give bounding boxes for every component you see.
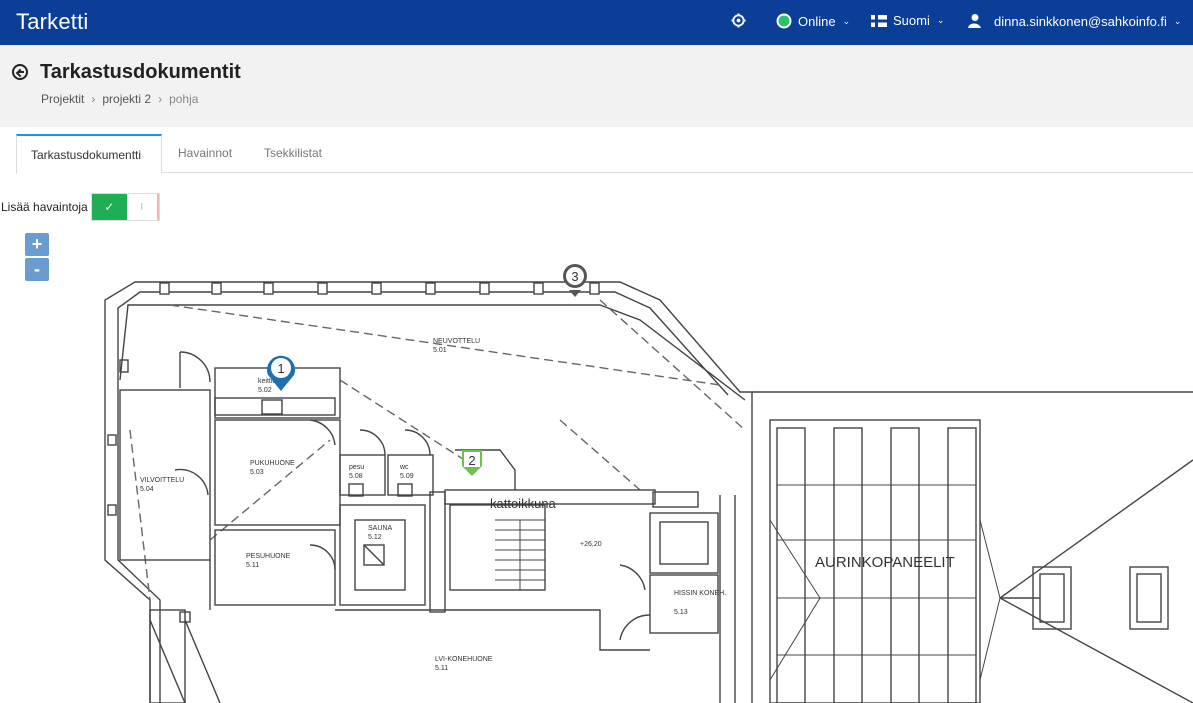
chevron-down-icon: ⌄ [1173,15,1182,26]
room-name: SAUNA [368,525,392,532]
room-code: 5.03 [250,469,264,476]
room-name: wc [399,464,409,471]
elevation-label: +26,20 [580,541,602,548]
marker-number: 1 [277,361,284,376]
room-name: VILVOITTELU [140,477,184,484]
add-observations-label: Lisää havaintoja [1,200,88,214]
marker-number: 2 [468,453,475,468]
skylight-label: kattoikkuna [490,496,557,511]
room-code: 5.04 [140,486,154,493]
user-icon [968,14,981,28]
breadcrumb-item[interactable]: projekti 2 [102,92,151,106]
room-name: NEUVOTTELU [433,338,480,345]
tab-checklists[interactable]: Tsekkilistat [250,134,336,173]
status-label: Online [798,13,836,29]
breadcrumb-current: pohja [169,92,199,106]
room-code: 5.08 [349,473,363,480]
chevron-down-icon: ⌄ [936,15,945,25]
tab-observations[interactable]: Havainnot [164,134,246,173]
add-observations-toggle[interactable]: ✓ I [90,193,160,221]
room-name: LVI-KONEHUONE [435,656,493,663]
tab-inspection-document[interactable]: Tarkastusdokumentti [16,134,162,174]
room-code: 5.13 [674,609,688,616]
finland-flag-icon [871,14,887,27]
breadcrumb-separator: › [158,92,163,106]
observation-marker-2[interactable]: 2 [462,450,482,476]
room-code: 5.11 [435,665,448,672]
toggle-off[interactable]: I [126,194,159,220]
room-code: 5.02 [258,387,272,394]
user-menu[interactable]: dinna.sinkkonen@sahkoinfo.fi ⌄ [966,13,1181,29]
status-dropdown[interactable]: Online ⌄ [776,13,850,29]
app-brand[interactable]: Tarketti [16,9,89,35]
page-header: Tarkastusdokumentit Projektit › projekti… [0,45,1193,127]
room-code: 5.09 [400,473,414,480]
language-label: Suomi [893,13,930,28]
solar-panels-label: AURINKOPANEELIT [815,554,955,571]
room-name: HISSIN KONEH. [674,590,726,597]
chevron-down-icon: ⌄ [842,15,851,26]
observation-marker-1[interactable]: 1 [267,355,295,391]
page-title: Tarkastusdokumentit [40,61,241,83]
room-code: 5.12 [368,534,382,541]
online-status-icon [776,13,792,29]
room-labels: NEUVOTTELU 5.01 keittiö 5.02 PUKUHUONE 5… [140,338,726,672]
back-arrow-icon[interactable] [12,64,28,80]
room-name: pesu [349,464,364,471]
breadcrumb-item[interactable]: Projektit [41,92,84,106]
room-name: PUKUHUONE [250,460,295,467]
add-observations-row: Lisää havaintoja ✓ I [0,193,160,221]
room-code: 5.01 [433,347,447,354]
marker-number: 3 [571,269,578,284]
tab-bar: Tarkastusdokumentti Havainnot Tsekkilist… [16,134,1193,174]
floor-plan[interactable]: NEUVOTTELU 5.01 keittiö 5.02 PUKUHUONE 5… [0,228,1193,703]
breadcrumb: Projektit › projekti 2 › pohja [41,92,198,106]
gear-icon [731,13,746,28]
toggle-on[interactable]: ✓ [91,194,127,220]
floor-plan-drawing [104,281,1193,703]
language-dropdown[interactable]: Suomi ⌄ [871,13,944,28]
breadcrumb-separator: › [91,92,96,106]
top-navbar: Tarketti Online ⌄ Suomi ⌄ dinna.sinkkone… [0,0,1193,45]
room-name: PESUHUONE [246,553,291,560]
settings-button[interactable] [731,13,746,28]
room-code: 5.11 [246,562,259,569]
user-email: dinna.sinkkonen@sahkoinfo.fi [994,13,1167,29]
